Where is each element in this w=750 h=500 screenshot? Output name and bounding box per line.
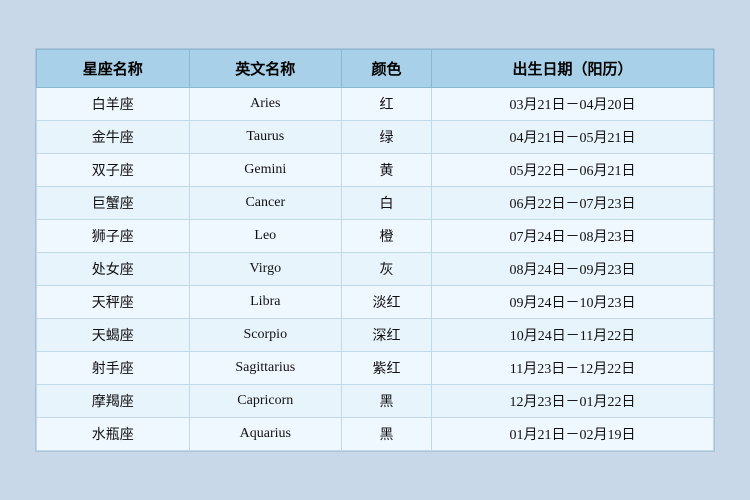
table-cell: 01月21日－02月19日 xyxy=(431,418,713,451)
table-cell: Aquarius xyxy=(189,418,342,451)
table-cell: 水瓶座 xyxy=(37,418,190,451)
table-row: 摩羯座Capricorn黑12月23日－01月22日 xyxy=(37,385,714,418)
table-cell: 摩羯座 xyxy=(37,385,190,418)
table-row: 白羊座Aries红03月21日－04月20日 xyxy=(37,88,714,121)
table-row: 射手座Sagittarius紫红11月23日－12月22日 xyxy=(37,352,714,385)
table-cell: 09月24日－10月23日 xyxy=(431,286,713,319)
table-cell: Aries xyxy=(189,88,342,121)
table-cell: 03月21日－04月20日 xyxy=(431,88,713,121)
table-cell: 巨蟹座 xyxy=(37,187,190,220)
table-cell: 黄 xyxy=(342,154,432,187)
table-cell: 射手座 xyxy=(37,352,190,385)
table-cell: Cancer xyxy=(189,187,342,220)
table-body: 白羊座Aries红03月21日－04月20日金牛座Taurus绿04月21日－0… xyxy=(37,88,714,451)
table-header-cell: 颜色 xyxy=(342,50,432,88)
table-cell: 橙 xyxy=(342,220,432,253)
table-cell: 深红 xyxy=(342,319,432,352)
table-row: 处女座Virgo灰08月24日－09月23日 xyxy=(37,253,714,286)
table-cell: 天蝎座 xyxy=(37,319,190,352)
table-cell: 07月24日－08月23日 xyxy=(431,220,713,253)
table-cell: 12月23日－01月22日 xyxy=(431,385,713,418)
table-row: 金牛座Taurus绿04月21日－05月21日 xyxy=(37,121,714,154)
table-cell: 10月24日－11月22日 xyxy=(431,319,713,352)
table-cell: 红 xyxy=(342,88,432,121)
table-cell: 天秤座 xyxy=(37,286,190,319)
table-cell: 黑 xyxy=(342,385,432,418)
table-cell: 绿 xyxy=(342,121,432,154)
table-cell: 04月21日－05月21日 xyxy=(431,121,713,154)
table-row: 狮子座Leo橙07月24日－08月23日 xyxy=(37,220,714,253)
table-header-cell: 出生日期（阳历） xyxy=(431,50,713,88)
table-row: 水瓶座Aquarius黑01月21日－02月19日 xyxy=(37,418,714,451)
table-cell: Scorpio xyxy=(189,319,342,352)
zodiac-table: 星座名称英文名称颜色出生日期（阳历） 白羊座Aries红03月21日－04月20… xyxy=(36,49,714,451)
table-row: 巨蟹座Cancer白06月22日－07月23日 xyxy=(37,187,714,220)
table-cell: 白 xyxy=(342,187,432,220)
table-cell: Libra xyxy=(189,286,342,319)
table-cell: 05月22日－06月21日 xyxy=(431,154,713,187)
table-row: 双子座Gemini黄05月22日－06月21日 xyxy=(37,154,714,187)
table-header-cell: 星座名称 xyxy=(37,50,190,88)
table-cell: 金牛座 xyxy=(37,121,190,154)
table-cell: 淡红 xyxy=(342,286,432,319)
table-cell: Leo xyxy=(189,220,342,253)
table-cell: 黑 xyxy=(342,418,432,451)
table-cell: 紫红 xyxy=(342,352,432,385)
zodiac-table-wrapper: 星座名称英文名称颜色出生日期（阳历） 白羊座Aries红03月21日－04月20… xyxy=(35,48,715,452)
table-header-cell: 英文名称 xyxy=(189,50,342,88)
table-cell: 双子座 xyxy=(37,154,190,187)
table-cell: Virgo xyxy=(189,253,342,286)
table-cell: 灰 xyxy=(342,253,432,286)
table-cell: 11月23日－12月22日 xyxy=(431,352,713,385)
table-cell: Sagittarius xyxy=(189,352,342,385)
table-cell: Capricorn xyxy=(189,385,342,418)
table-row: 天蝎座Scorpio深红10月24日－11月22日 xyxy=(37,319,714,352)
table-cell: Taurus xyxy=(189,121,342,154)
table-cell: 狮子座 xyxy=(37,220,190,253)
table-cell: 08月24日－09月23日 xyxy=(431,253,713,286)
table-cell: Gemini xyxy=(189,154,342,187)
table-header-row: 星座名称英文名称颜色出生日期（阳历） xyxy=(37,50,714,88)
table-cell: 处女座 xyxy=(37,253,190,286)
table-cell: 白羊座 xyxy=(37,88,190,121)
table-cell: 06月22日－07月23日 xyxy=(431,187,713,220)
table-row: 天秤座Libra淡红09月24日－10月23日 xyxy=(37,286,714,319)
